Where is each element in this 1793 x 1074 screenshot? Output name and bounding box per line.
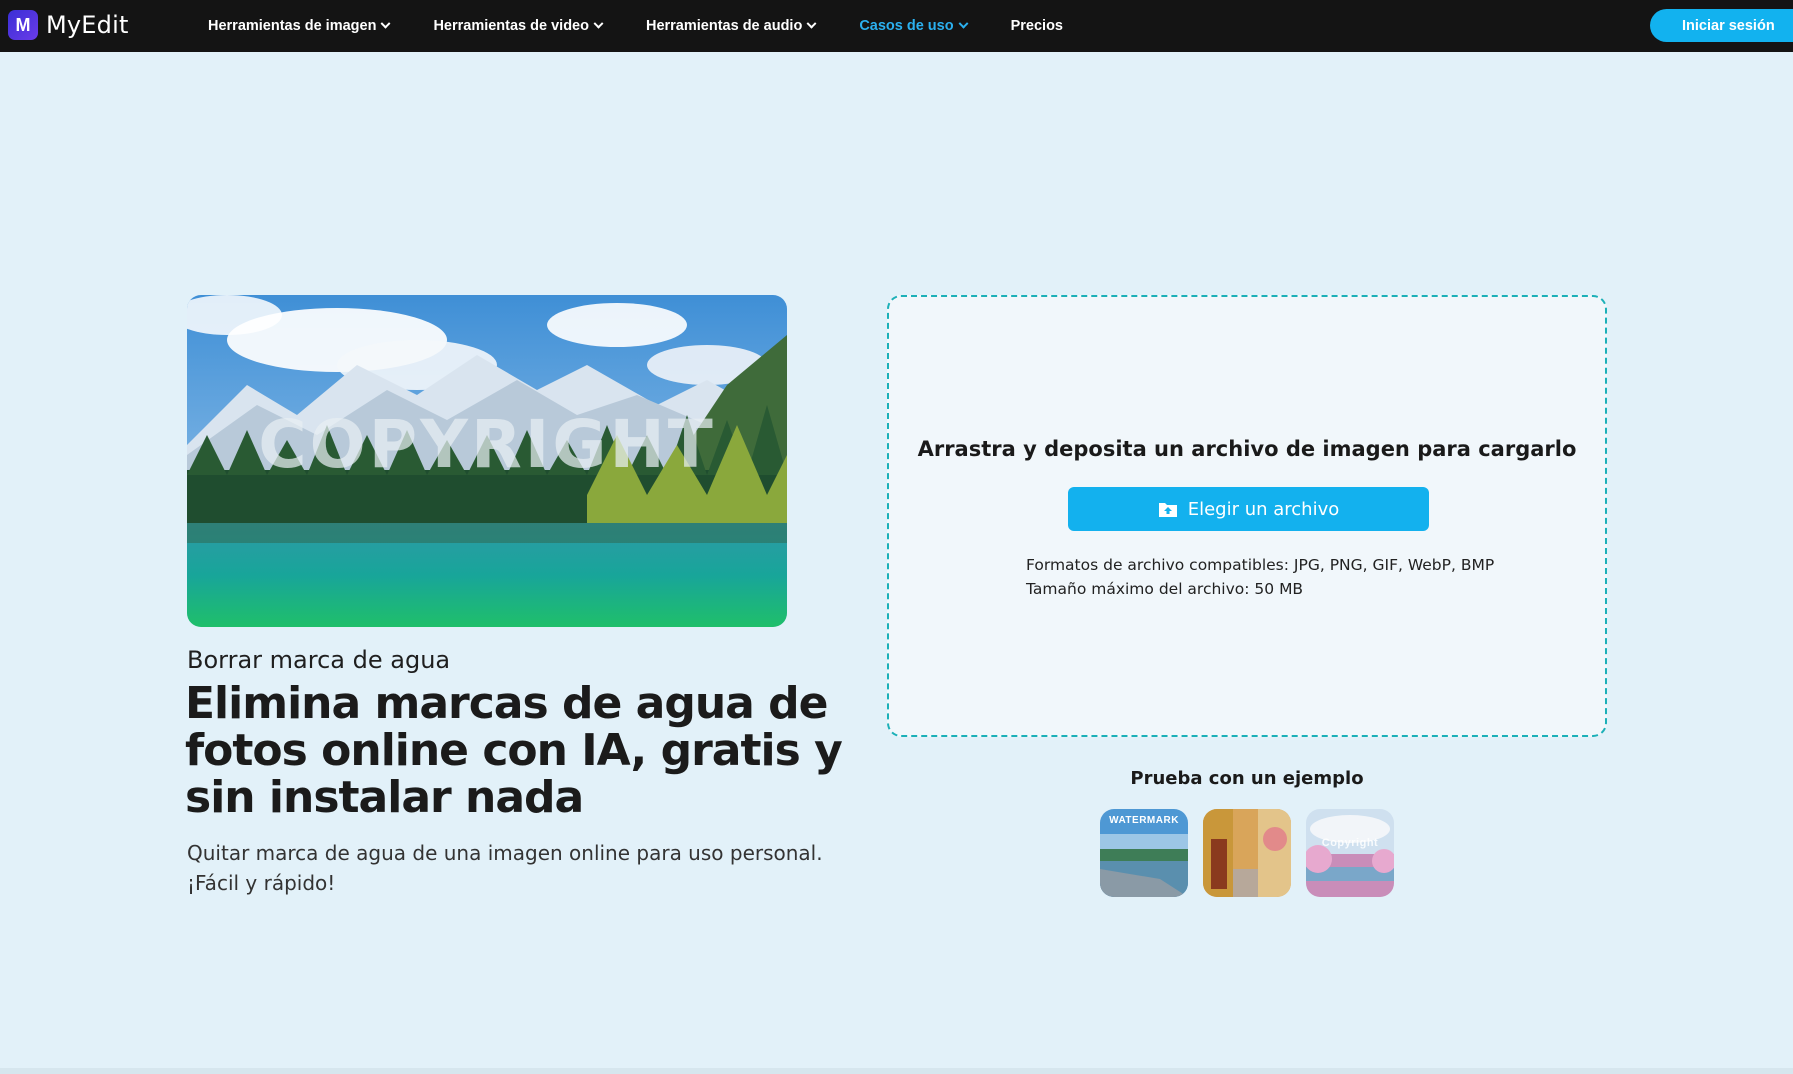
upload-dropzone[interactable]: Arrastra y deposita un archivo de imagen… [887, 295, 1607, 737]
dropzone-title: Arrastra y deposita un archivo de imagen… [917, 437, 1577, 461]
menu-label: Precios [1010, 18, 1063, 34]
menu-label: Casos de uso [859, 18, 954, 34]
example-thumbnail-copyright[interactable]: Copyright [1306, 809, 1394, 897]
brand-logo[interactable]: M MyEdit [8, 10, 129, 40]
max-file-size: Tamaño máximo del archivo: 50 MB [1026, 580, 1304, 598]
menu-audio-tools[interactable]: Herramientas de audio [645, 18, 817, 34]
example-thumbnail-street[interactable] [1203, 809, 1291, 897]
copyright-watermark: COPYRIGHT [258, 406, 716, 483]
chevron-down-icon [958, 18, 969, 29]
choose-file-label: Elegir un archivo [1187, 498, 1340, 520]
chevron-down-icon [380, 18, 391, 29]
examples-title: Prueba con un ejemplo [1130, 768, 1364, 789]
example-thumbnail-watermark[interactable]: WATERMARK [1100, 809, 1188, 897]
brand-name: MyEdit [46, 11, 129, 39]
example-thumbnails: WATERMARK Copyright [1100, 809, 1409, 897]
menu-video-tools[interactable]: Herramientas de video [433, 18, 604, 34]
chevron-down-icon [806, 18, 817, 29]
hero-description: Quitar marca de agua de una imagen onlin… [187, 841, 823, 895]
myedit-logo-icon: M [8, 10, 38, 40]
upload-info: Formatos de archivo compatibles: JPG, PN… [1026, 553, 1494, 601]
login-button[interactable]: Iniciar sesión [1650, 9, 1793, 42]
folder-upload-icon [1158, 502, 1177, 517]
hero-image: COPYRIGHT [187, 295, 787, 627]
page-title: Elimina marcas de agua de fotos online c… [185, 678, 843, 823]
menu-label: Herramientas de imagen [208, 18, 377, 34]
choose-file-button[interactable]: Elegir un archivo [1068, 487, 1429, 531]
main-menu: Herramientas de imagen Herramientas de v… [208, 0, 1107, 52]
menu-pricing[interactable]: Precios [1011, 18, 1063, 34]
menu-use-cases[interactable]: Casos de uso [859, 18, 969, 34]
sample-label: WATERMARK [1109, 815, 1179, 826]
sample-label: Copyright [1321, 837, 1379, 849]
top-nav: M MyEdit Herramientas de imagen Herramie… [0, 0, 1793, 52]
menu-label: Herramientas de audio [645, 18, 803, 34]
supported-formats: Formatos de archivo compatibles: JPG, PN… [1026, 556, 1495, 574]
menu-image-tools[interactable]: Herramientas de imagen [208, 18, 391, 34]
menu-label: Herramientas de video [433, 18, 589, 34]
chevron-down-icon [593, 18, 604, 29]
page-bottom-divider [0, 1068, 1793, 1074]
hero-subtitle: Borrar marca de agua [187, 646, 451, 674]
